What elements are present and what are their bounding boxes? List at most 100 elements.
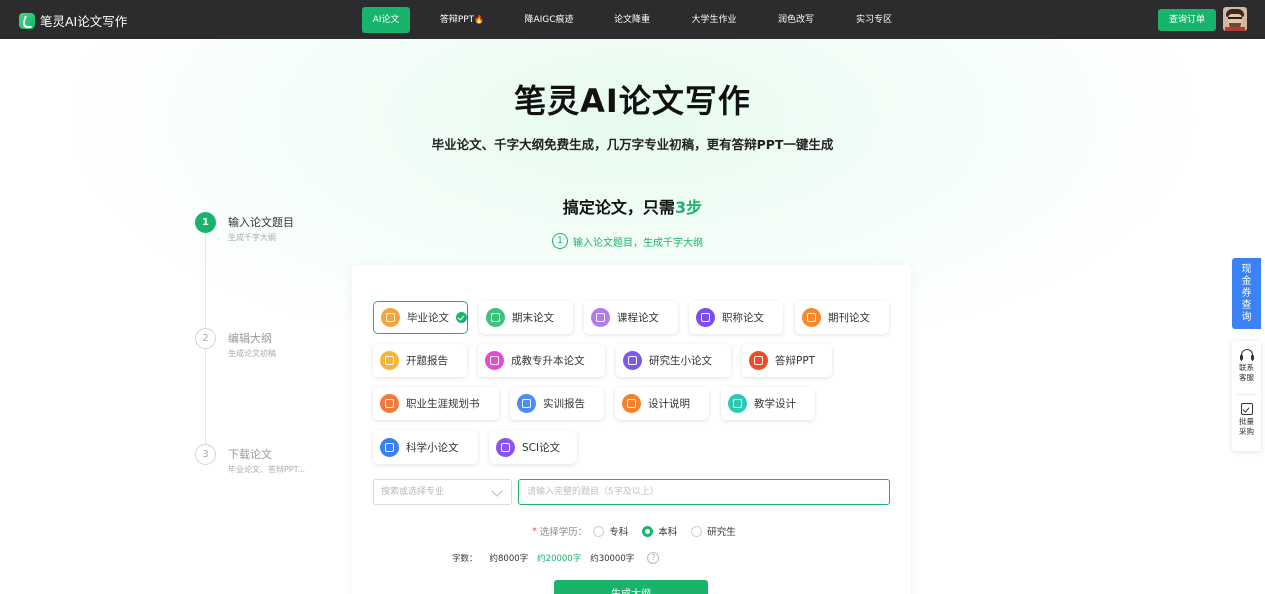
- avatar-glasses: [1228, 17, 1242, 20]
- type-title-paper[interactable]: 职称论文: [689, 301, 783, 334]
- steps-heading-prefix: 搞定论文，只需: [562, 198, 675, 217]
- course-book-icon: [591, 308, 610, 327]
- step-title: 编辑大纲: [228, 332, 272, 345]
- nav-label: 答辩PPT: [439, 15, 475, 25]
- training-report-icon: [517, 394, 536, 413]
- check-icon: [456, 312, 467, 323]
- paper-title-input[interactable]: 请输入完整的题目（5字及以上）: [518, 479, 890, 505]
- nav-plagiarism-reduce[interactable]: 论文降重: [603, 7, 661, 33]
- type-sci-paper[interactable]: SCI论文: [489, 431, 577, 464]
- type-label: 研究生小论文: [649, 355, 712, 367]
- word-option-20000[interactable]: 约20000字: [537, 552, 581, 564]
- type-label: SCI论文: [522, 442, 561, 454]
- type-teaching-design[interactable]: 教学设计: [721, 387, 815, 420]
- radio-label: 专科: [609, 527, 629, 538]
- type-course-paper[interactable]: 课程论文: [584, 301, 678, 334]
- step-number: 3: [195, 444, 216, 465]
- type-proposal-report[interactable]: 开题报告: [373, 344, 467, 377]
- edu-option-junior-college[interactable]: 专科: [593, 524, 628, 538]
- coupon-char: 询: [1241, 311, 1252, 323]
- radio-checked-icon: [642, 525, 654, 537]
- type-training-report[interactable]: 实训报告: [510, 387, 604, 420]
- type-design-description[interactable]: 设计说明: [615, 387, 709, 420]
- generate-outline-button[interactable]: 生成大纲: [554, 580, 708, 594]
- nav-defense-ppt[interactable]: 答辩PPT🔥: [428, 7, 496, 33]
- step-title: 下载论文: [228, 448, 272, 461]
- bulk-label-2: 采购: [1239, 427, 1254, 436]
- ppt-icon: [749, 351, 768, 370]
- contact-label-2: 客服: [1239, 373, 1254, 382]
- bulk-label-1: 批量: [1239, 417, 1254, 426]
- type-final-paper[interactable]: 期末论文: [479, 301, 573, 334]
- graduation-paper-icon: [381, 308, 400, 327]
- bulk-purchase-button[interactable]: 批量 采购: [1232, 403, 1261, 437]
- coupon-query-tab[interactable]: 现 金 券 查 询: [1232, 258, 1261, 329]
- nav-polish-rewrite[interactable]: 润色改写: [767, 7, 825, 33]
- step-hint-text: 输入论文题目，生成千字大纲: [573, 237, 703, 249]
- fire-icon: 🔥: [474, 15, 485, 24]
- type-label: 教学设计: [754, 398, 796, 410]
- contact-support-button[interactable]: 联系 客服: [1232, 349, 1261, 383]
- type-career-plan[interactable]: 职业生涯规划书: [373, 387, 499, 420]
- word-option-30000[interactable]: 约30000字: [590, 552, 634, 564]
- type-label: 毕业论文: [407, 312, 449, 324]
- edu-option-graduate[interactable]: 研究生: [691, 524, 736, 538]
- type-label: 职称论文: [722, 312, 764, 324]
- type-journal-paper[interactable]: 期刊论文: [795, 301, 889, 334]
- step-desc: 生成论文初稿: [228, 349, 276, 358]
- chevron-down-icon: [491, 485, 503, 497]
- coupon-char: 查: [1241, 299, 1252, 311]
- nav-ai-paper[interactable]: AI论文: [362, 7, 410, 33]
- step-hint-number: 1: [552, 233, 568, 249]
- nav-label: 论文降重: [613, 15, 650, 25]
- top-navigation-bar: 笔灵AI论文写作 AI论文 答辩PPT🔥 降AIGC痕迹 论文降重 大学生作业 …: [0, 0, 1265, 39]
- required-mark: *: [532, 525, 537, 537]
- site-logo[interactable]: 笔灵AI论文写作: [19, 11, 127, 30]
- radio-label: 本科: [658, 527, 678, 538]
- nav-label: 润色改写: [777, 15, 814, 25]
- type-label: 设计说明: [648, 398, 690, 410]
- nav-label: 实习专区: [855, 15, 892, 25]
- logo-text: 笔灵AI论文写作: [40, 14, 128, 29]
- pen-paper-icon: [486, 308, 505, 327]
- query-order-button[interactable]: 查询订单: [1158, 9, 1216, 31]
- type-label: 成教专升本论文: [511, 355, 585, 367]
- education-label: 选择学历：: [539, 527, 588, 538]
- help-icon[interactable]: ?: [647, 552, 660, 564]
- type-adult-edu-paper[interactable]: 成教专升本论文: [478, 344, 605, 377]
- nav-label: 降AIGC痕迹: [524, 15, 574, 25]
- steps-heading-highlight: 3步: [674, 198, 703, 217]
- type-graduate-paper[interactable]: 研究生小论文: [616, 344, 731, 377]
- nav-reduce-aigc[interactable]: 降AIGC痕迹: [514, 7, 584, 33]
- major-select[interactable]: 搜索或选择专业: [373, 479, 512, 505]
- nav-internship[interactable]: 实习专区: [845, 7, 903, 33]
- major-select-placeholder: 搜索或选择专业: [381, 487, 445, 497]
- journal-icon: [802, 308, 821, 327]
- type-science-paper[interactable]: 科学小论文: [373, 431, 478, 464]
- step-title: 输入论文题目: [228, 216, 294, 229]
- type-label: 期末论文: [512, 312, 554, 324]
- design-chart-icon: [622, 394, 641, 413]
- word-option-8000[interactable]: 约8000字: [490, 552, 529, 564]
- coupon-char: 现: [1241, 263, 1252, 275]
- type-graduation-paper[interactable]: 毕业论文: [373, 301, 468, 334]
- type-defense-ppt[interactable]: 答辩PPT: [742, 344, 832, 377]
- type-label: 科学小论文: [406, 442, 459, 454]
- nav-student-homework[interactable]: 大学生作业: [680, 7, 748, 33]
- career-plan-icon: [380, 394, 399, 413]
- logo-icon: [19, 12, 35, 29]
- education-selector: * 选择学历： 专科 本科 研究生: [532, 524, 750, 538]
- teaching-design-icon: [728, 394, 747, 413]
- adult-edu-icon: [485, 351, 504, 370]
- current-step-hint: 1 输入论文题目，生成千字大纲: [552, 233, 703, 249]
- proposal-report-icon: [380, 351, 399, 370]
- edu-option-bachelor[interactable]: 本科: [642, 524, 677, 538]
- radio-icon: [691, 525, 703, 537]
- headset-icon: [1239, 349, 1254, 361]
- word-count-label: 字数：: [452, 554, 478, 564]
- word-count-selector: 字数： 约8000字 约20000字 约30000字 ?: [452, 552, 660, 564]
- user-avatar[interactable]: [1223, 7, 1247, 31]
- nav-label: 大学生作业: [691, 15, 737, 25]
- nav-label: AI论文: [372, 15, 400, 25]
- radio-icon: [593, 525, 605, 537]
